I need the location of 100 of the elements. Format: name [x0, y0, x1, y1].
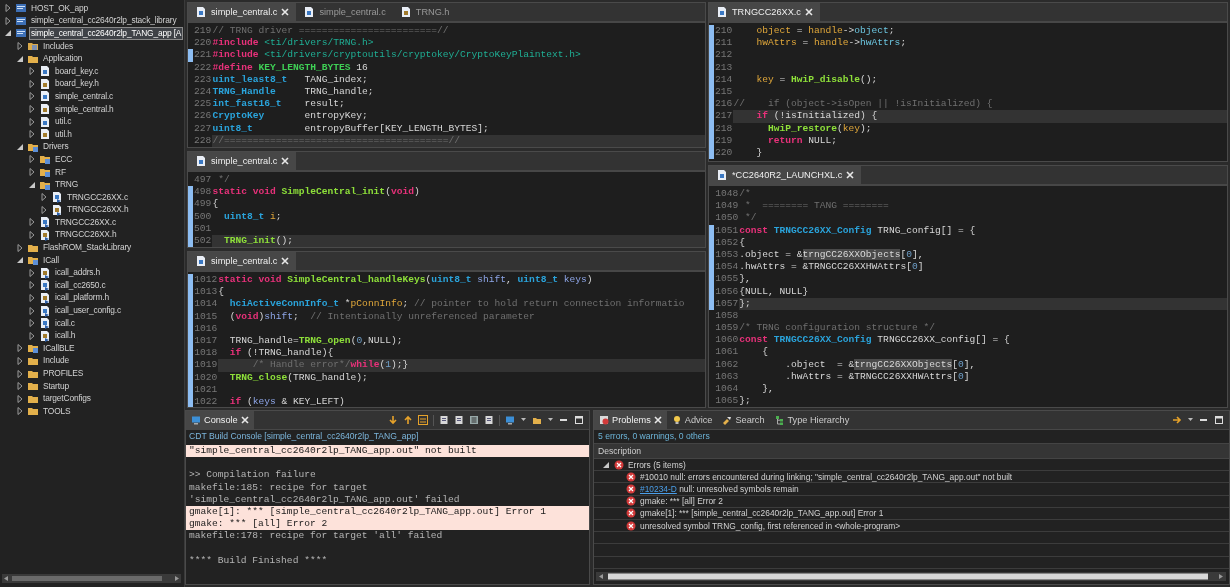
- expander-icon[interactable]: [40, 204, 48, 215]
- view-tab[interactable]: Advice: [666, 411, 718, 429]
- tree-item[interactable]: board_key.c: [54, 65, 100, 77]
- expander-icon[interactable]: [28, 78, 36, 89]
- right-arrow-icon[interactable]: [1172, 415, 1182, 425]
- expander-icon[interactable]: [28, 318, 36, 329]
- close-icon[interactable]: [281, 257, 290, 265]
- up-arrow-icon[interactable]: [403, 415, 413, 425]
- expander-icon[interactable]: [28, 280, 36, 291]
- problem-group[interactable]: Errors (5 items): [628, 459, 686, 470]
- page-icon[interactable]: [454, 415, 464, 425]
- tree-item[interactable]: ECC: [54, 153, 74, 165]
- view-tab[interactable]: Problems: [594, 411, 667, 429]
- editor-tab[interactable]: simple_central.c: [296, 3, 393, 21]
- monitor-icon[interactable]: [505, 415, 515, 425]
- expander-icon[interactable]: [28, 330, 36, 341]
- tree-item[interactable]: icall_platform.h: [54, 292, 110, 304]
- tree-item[interactable]: simple_central_cc2640r2lp_stack_library: [30, 15, 178, 27]
- problem-description[interactable]: gmake: *** [all] Error 2: [640, 496, 723, 507]
- expander-icon[interactable]: [16, 381, 24, 392]
- tree-item[interactable]: icall.c: [54, 317, 76, 329]
- editor-tab[interactable]: TRNGCC26XX.c: [709, 3, 820, 21]
- tree-item[interactable]: TRNGCC26XX.c: [66, 191, 130, 203]
- close-icon[interactable]: [804, 8, 813, 16]
- tree-item[interactable]: icall.h: [54, 330, 77, 342]
- expander-icon[interactable]: [40, 192, 48, 203]
- expander-icon[interactable]: [4, 28, 12, 39]
- expander-icon[interactable]: [28, 167, 36, 177]
- expander-icon[interactable]: [28, 129, 36, 140]
- expander-icon[interactable]: [16, 242, 24, 253]
- expander-icon[interactable]: [16, 41, 24, 52]
- tree-item[interactable]: TRNG: [54, 179, 80, 191]
- error-code-link[interactable]: #10234-D: [640, 483, 677, 494]
- problem-description[interactable]: #10010 null: errors encountered during linking; "simple_central_cc2640r2lp_TANG_app.out" not built: [640, 471, 1013, 482]
- tree-item[interactable]: TRNGCC26XX.h: [54, 229, 118, 241]
- expander-icon[interactable]: [16, 368, 24, 379]
- page-icon[interactable]: [439, 415, 449, 425]
- expander-icon[interactable]: [28, 91, 36, 102]
- close-icon[interactable]: [653, 416, 662, 424]
- expander-icon[interactable]: [4, 15, 12, 26]
- problem-description[interactable]: gmake[1]: *** [simple_central_cc2640r2lp_TANG_app.out] Error 1: [640, 508, 884, 519]
- tree-item[interactable]: targetConfigs: [42, 393, 92, 405]
- tree-item[interactable]: icall_user_config.c: [54, 305, 123, 317]
- tree-item[interactable]: util.c: [54, 116, 73, 128]
- expander-icon[interactable]: [28, 230, 36, 240]
- tree-item[interactable]: RF: [54, 166, 67, 178]
- view-tab[interactable]: Type Hierarchy: [769, 411, 855, 429]
- tree-item[interactable]: Drivers: [42, 141, 70, 153]
- expander-icon[interactable]: [16, 355, 24, 366]
- maximize-icon[interactable]: [574, 415, 584, 425]
- close-icon[interactable]: [281, 157, 290, 165]
- expander-icon[interactable]: [28, 305, 36, 316]
- close-icon[interactable]: [281, 8, 290, 16]
- expander-icon[interactable]: [16, 393, 24, 404]
- tree-item[interactable]: TRNGCC26XX.c: [54, 216, 118, 228]
- expander-icon[interactable]: [4, 3, 12, 14]
- tree-item[interactable]: simple_central.c: [54, 90, 115, 102]
- editor-tab[interactable]: simple_central.c: [188, 252, 297, 270]
- expander-icon[interactable]: [28, 292, 36, 303]
- expander-icon[interactable]: [16, 255, 24, 266]
- tree-item[interactable]: TOOLS: [42, 405, 72, 417]
- editor-tab[interactable]: simple_central.c: [188, 152, 297, 170]
- tree-item[interactable]: Startup: [42, 380, 70, 392]
- maximize-icon[interactable]: [1214, 415, 1224, 425]
- view-tab[interactable]: Search: [717, 411, 770, 429]
- tree-item[interactable]: TRNGCC26XX.h: [66, 204, 130, 216]
- editor-tab[interactable]: TRNG.h: [392, 3, 457, 21]
- tree-item[interactable]: Include: [42, 355, 70, 367]
- console-tab[interactable]: Console: [186, 411, 254, 429]
- tree-item[interactable]: icall_cc2650.c: [54, 279, 107, 291]
- expander-icon[interactable]: [28, 217, 36, 228]
- tree-item[interactable]: util.h: [54, 128, 73, 140]
- down-arrow-icon[interactable]: [388, 415, 398, 425]
- tree-item[interactable]: HOST_OK_app: [30, 2, 89, 14]
- expander-icon[interactable]: [28, 154, 36, 165]
- monitor-icon[interactable]: [191, 415, 201, 425]
- problem-description[interactable]: unresolved symbol TRNG_config, first referenced in <whole-program>: [640, 520, 901, 531]
- tree-item[interactable]: ICall: [42, 254, 60, 266]
- list-icon[interactable]: [469, 415, 479, 425]
- tree-item[interactable]: icall_addrs.h: [54, 267, 102, 279]
- close-icon[interactable]: [240, 416, 249, 424]
- tree-item[interactable]: simple_central_cc2640r2lp_TANG_app [A: [30, 28, 183, 39]
- tree-item[interactable]: Application: [42, 53, 84, 65]
- column-header[interactable]: Description: [594, 443, 1229, 459]
- expander-icon[interactable]: [16, 406, 24, 417]
- editor-tab[interactable]: simple_central.c: [188, 3, 297, 21]
- expander-icon[interactable]: [28, 267, 36, 278]
- expander-icon[interactable]: [28, 66, 36, 77]
- expander-icon[interactable]: [16, 343, 24, 354]
- tree-item[interactable]: simple_central.h: [54, 103, 115, 115]
- expander-icon[interactable]: [28, 116, 36, 127]
- tree-item[interactable]: board_key.h: [54, 78, 100, 90]
- tree-item[interactable]: ICallBLE: [42, 342, 76, 354]
- editor-tab[interactable]: *CC2640R2_LAUNCHXL.c: [709, 166, 862, 184]
- close-icon[interactable]: [846, 171, 855, 179]
- tree-item[interactable]: FlashROM_StackLibrary: [42, 242, 133, 254]
- folder-icon[interactable]: [532, 415, 542, 425]
- tree-item[interactable]: Includes: [42, 40, 74, 52]
- expander-icon[interactable]: [28, 104, 36, 115]
- page-icon[interactable]: [484, 415, 494, 425]
